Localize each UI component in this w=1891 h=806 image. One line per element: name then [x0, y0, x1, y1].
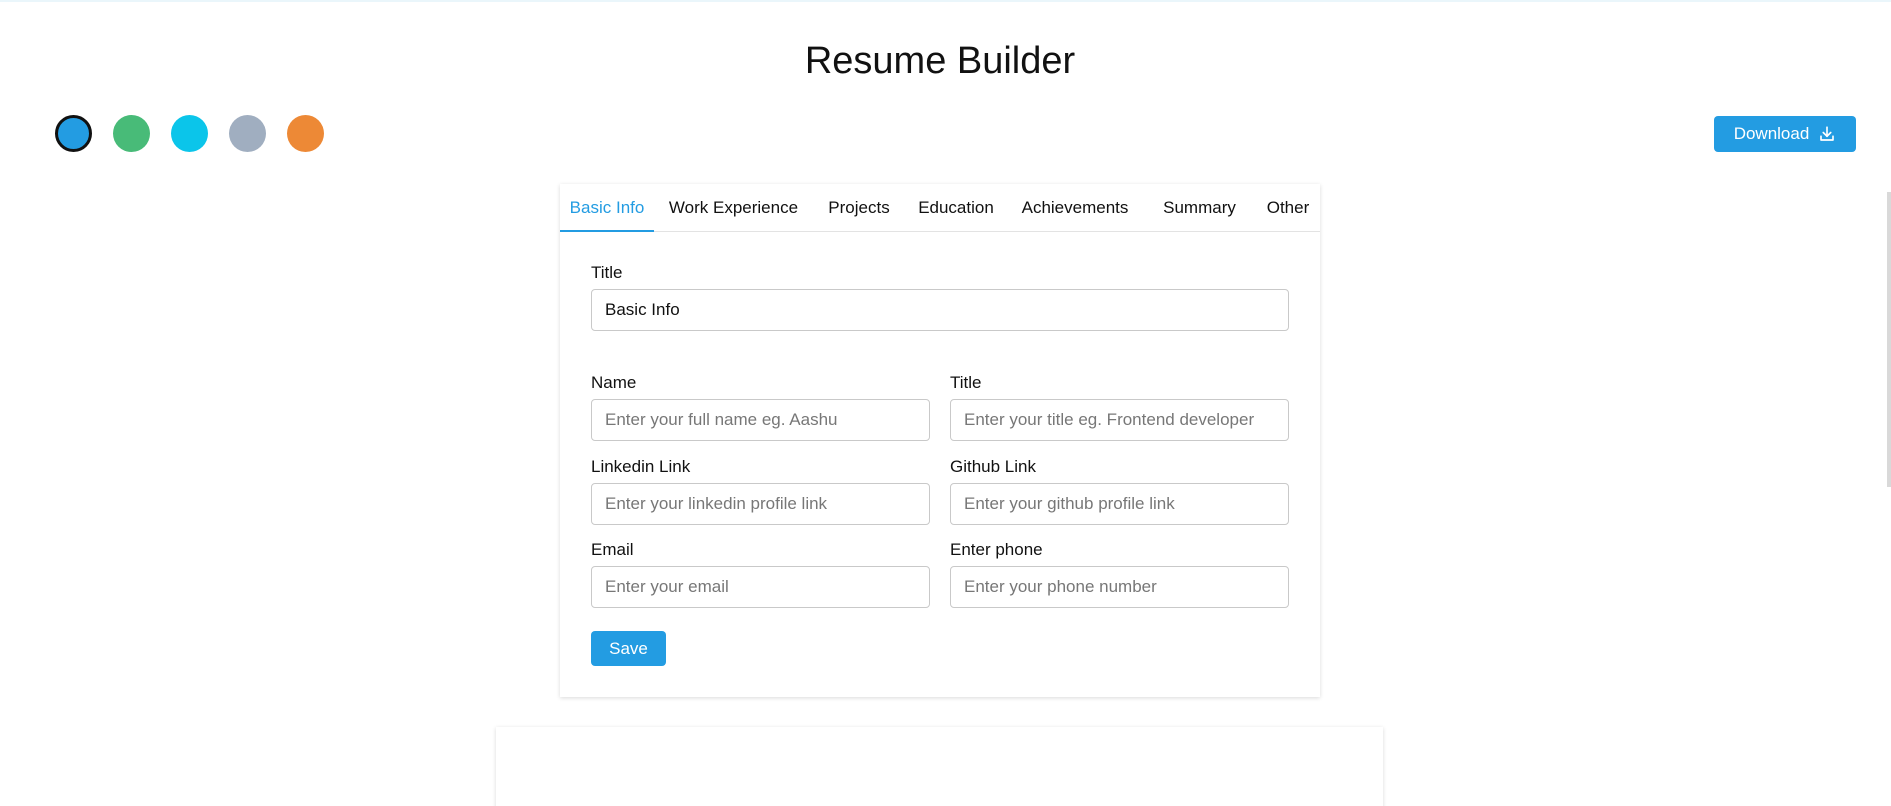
tab-summary[interactable]: Summary — [1162, 184, 1237, 232]
tab-education[interactable]: Education — [915, 184, 997, 232]
color-swatch-green[interactable] — [113, 115, 150, 152]
scrollbar[interactable] — [1887, 192, 1891, 487]
color-swatch-blue[interactable] — [55, 115, 92, 152]
color-palette — [55, 115, 324, 152]
email-label: Email — [591, 540, 634, 559]
title-label: Title — [950, 373, 982, 392]
tab-bar: Basic Info Work Experience Projects Educ… — [560, 184, 1320, 232]
name-label: Name — [591, 373, 637, 392]
color-swatch-cyan[interactable] — [171, 115, 208, 152]
page-title: Resume Builder — [804, 40, 1076, 82]
tab-work-experience[interactable]: Work Experience — [665, 184, 802, 232]
top-divider — [0, 0, 1891, 2]
phone-input[interactable] — [950, 566, 1289, 608]
download-button[interactable]: Download — [1714, 116, 1856, 152]
github-input[interactable] — [950, 483, 1289, 525]
color-swatch-gray[interactable] — [229, 115, 266, 152]
page: Resume Builder Download Basic Info Work … — [0, 0, 1891, 806]
tab-projects[interactable]: Projects — [826, 184, 892, 232]
phone-label: Enter phone — [950, 540, 1043, 559]
tab-other[interactable]: Other — [1263, 184, 1313, 232]
download-icon — [1818, 125, 1836, 143]
resume-preview — [496, 727, 1383, 806]
tab-achievements[interactable]: Achievements — [1021, 184, 1129, 232]
name-input[interactable] — [591, 399, 930, 441]
download-label: Download — [1733, 124, 1810, 143]
linkedin-label: Linkedin Link — [591, 457, 691, 476]
editor-card: Basic Info Work Experience Projects Educ… — [560, 184, 1320, 697]
section-title-input[interactable] — [591, 289, 1289, 331]
section-title-label: Title — [591, 263, 623, 282]
tab-basic-info[interactable]: Basic Info — [560, 184, 654, 232]
save-button[interactable]: Save — [591, 631, 666, 666]
color-swatch-orange[interactable] — [287, 115, 324, 152]
github-label: Github Link — [950, 457, 1036, 476]
linkedin-input[interactable] — [591, 483, 930, 525]
email-input[interactable] — [591, 566, 930, 608]
title-input[interactable] — [950, 399, 1289, 441]
